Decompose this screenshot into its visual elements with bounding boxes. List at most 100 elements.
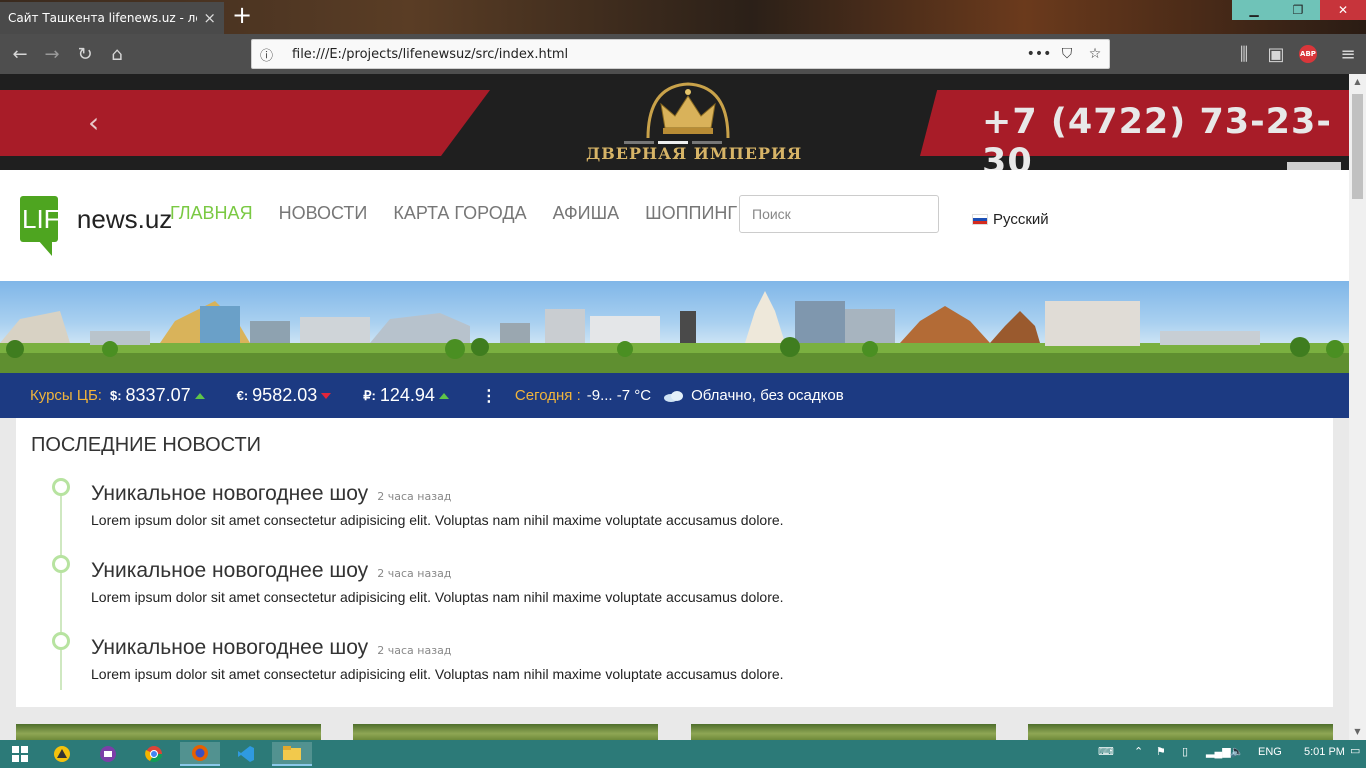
currency-symbol-eur: €: (236, 388, 249, 403)
skyline-illustration (0, 291, 1349, 373)
wifi-signal-icon[interactable]: ▂▄▆ (1206, 745, 1231, 758)
timeline-dot (52, 555, 70, 573)
news-thumbnails-row (16, 724, 1336, 740)
news-item-header: Уникальное новогоднее шоу 2 часа назад (91, 482, 451, 506)
ad-slide-dot[interactable] (624, 141, 654, 144)
language-selector[interactable]: Русский (972, 211, 1049, 228)
sidebar-icon[interactable]: ▣ (1264, 42, 1288, 66)
windows-taskbar: ⌨ ⌃ ⚑ ▯ ▂▄▆ 🔈 ENG 5:01 PM ▭ (0, 740, 1366, 768)
city-skyline-banner (0, 281, 1349, 373)
news-thumbnail[interactable] (353, 724, 658, 740)
menu-item-home[interactable]: ГЛАВНАЯ (170, 203, 253, 224)
ad-prev-arrow-icon[interactable]: ‹ (88, 106, 99, 139)
close-window-button[interactable]: ✕ (1320, 0, 1366, 20)
page-info-icon[interactable]: ⓘ (260, 45, 278, 64)
section-heading: ПОСЛЕДНИЕ НОВОСТИ (31, 434, 262, 456)
menu-icon[interactable]: ≡ (1336, 42, 1360, 66)
site-logo[interactable]: LIFEnews.uz (20, 196, 172, 258)
language-label: Русский (993, 211, 1049, 228)
menu-item-city-map[interactable]: КАРТА ГОРОДА (393, 203, 526, 224)
russian-flag-icon (972, 214, 988, 225)
address-bar[interactable]: ⓘ file:///E:/projects/lifenewsuz/src/ind… (251, 39, 1110, 69)
latest-news-section: ПОСЛЕДНИЕ НОВОСТИ Уникальное новогоднее … (16, 418, 1333, 707)
rate-eur: €: 9582.03 (237, 385, 332, 406)
taskbar-clock[interactable]: 5:01 PM (1304, 746, 1345, 758)
browser-toolbar: ← → ↻ ⌂ ⓘ file:///E:/projects/lifenewsuz… (0, 34, 1366, 74)
page-viewport: ‹ ДВЕРНАЯ ИМПЕРИЯ +7 (4722) 73-23-30 LIF… (0, 74, 1349, 740)
vscode-icon[interactable] (226, 742, 266, 766)
ad-slide-dot[interactable] (692, 141, 722, 144)
main-menu: ГЛАВНАЯ НОВОСТИ КАРТА ГОРОДА АФИША ШОППИ… (170, 203, 737, 224)
trend-up-icon (438, 392, 449, 399)
news-item-time: 2 часа назад (377, 567, 452, 580)
news-item-title[interactable]: Уникальное новогоднее шоу (91, 636, 368, 659)
ad-banner[interactable]: ‹ ДВЕРНАЯ ИМПЕРИЯ +7 (4722) 73-23-30 (0, 74, 1349, 170)
battery-icon[interactable]: ▯ (1182, 745, 1188, 758)
firefox-icon[interactable] (180, 742, 220, 766)
weather-description: Облачно, без осадков (691, 387, 844, 404)
news-item-header: Уникальное новогоднее шоу 2 часа назад (91, 636, 451, 660)
app-icon-yellow[interactable] (42, 742, 82, 766)
page-actions-icon[interactable]: ••• (1025, 46, 1053, 62)
scroll-up-icon[interactable]: ▲ (1349, 74, 1366, 90)
ad-brand-name: ДВЕРНАЯ ИМПЕРИЯ (586, 144, 803, 163)
url-text[interactable]: file:///E:/projects/lifenewsuz/src/index… (292, 47, 1025, 62)
back-icon[interactable]: ← (8, 42, 32, 66)
chrome-icon[interactable] (134, 742, 174, 766)
ad-phone-number: +7 (4722) 73-23-30 (982, 102, 1332, 170)
show-hidden-icons-chevron-icon[interactable]: ⌃ (1134, 745, 1143, 758)
ad-slide-dot-active[interactable] (658, 141, 688, 144)
rate-value-eur: 9582.03 (252, 385, 318, 405)
volume-icon[interactable]: 🔈 (1230, 745, 1244, 758)
timeline-dot (52, 478, 70, 496)
menu-item-events[interactable]: АФИША (553, 203, 620, 224)
news-item-title[interactable]: Уникальное новогоднее шоу (91, 482, 368, 505)
news-thumbnail[interactable] (16, 724, 321, 740)
scroll-down-icon[interactable]: ▼ (1349, 724, 1366, 740)
rate-value-rub: 124.94 (379, 385, 435, 405)
scrollbar-thumb[interactable] (1352, 94, 1363, 199)
menu-item-news[interactable]: НОВОСТИ (279, 203, 368, 224)
reload-icon[interactable]: ↻ (73, 42, 97, 66)
keyboard-icon[interactable]: ⌨ (1098, 745, 1114, 758)
rate-usd: $: 8337.07 (110, 385, 205, 406)
news-thumbnail[interactable] (691, 724, 996, 740)
news-item-title[interactable]: Уникальное новогоднее шоу (91, 559, 368, 582)
search-input[interactable] (739, 195, 939, 233)
page-scrollbar[interactable]: ▲ ▼ (1349, 74, 1366, 740)
news-item-time: 2 часа назад (377, 644, 452, 657)
rate-value-usd: 8337.07 (125, 385, 191, 405)
logo-text: LIFEnews.uz (22, 204, 173, 234)
forward-icon[interactable]: → (40, 42, 64, 66)
library-icon[interactable]: ⫼ (1232, 42, 1256, 66)
trend-down-icon (321, 392, 332, 399)
network-error-icon[interactable]: ⚑ (1156, 745, 1166, 758)
windows-start-icon[interactable] (0, 742, 40, 766)
ad-choices-label[interactable] (1287, 162, 1341, 170)
minimize-button[interactable]: ▁ (1232, 0, 1276, 20)
more-rates-kebab-icon[interactable]: ⋮ (481, 386, 497, 406)
window-controls: ▁ ❐ ✕ (1232, 0, 1366, 20)
input-language[interactable]: ENG (1258, 746, 1282, 758)
notifications-icon[interactable]: ▭ (1350, 744, 1360, 757)
menu-item-shopping[interactable]: ШОППИНГ (645, 203, 737, 224)
rates-label: Курсы ЦБ: (30, 387, 102, 404)
news-thumbnail[interactable] (1028, 724, 1333, 740)
restore-button[interactable]: ❐ (1276, 0, 1320, 20)
adblock-icon[interactable]: ABP (1299, 45, 1317, 63)
bookmark-star-icon[interactable]: ☆ (1081, 46, 1109, 62)
new-tab-button[interactable]: + (230, 3, 254, 28)
pocket-icon[interactable]: ⛉ (1053, 46, 1081, 62)
file-explorer-icon[interactable] (272, 742, 312, 766)
browser-titlebar: Сайт Ташкента lifenews.uz - лента × + ▁ … (0, 0, 1366, 34)
close-tab-icon[interactable]: × (203, 9, 216, 27)
temperature-value: -9... -7 °C (586, 387, 652, 404)
news-item-header: Уникальное новогоднее шоу 2 часа назад (91, 559, 451, 583)
ad-red-stripe-left (0, 90, 490, 156)
today-label: Сегодня : (514, 387, 581, 404)
browser-tab[interactable]: Сайт Ташкента lifenews.uz - лента × (0, 2, 224, 34)
rates-weather-bar: Курсы ЦБ: $: 8337.07 €: 9582.03 ₽: 124.9… (0, 373, 1349, 418)
home-icon[interactable]: ⌂ (105, 42, 129, 66)
app-icon-purple[interactable] (88, 742, 128, 766)
currency-symbol-usd: $: (109, 388, 122, 403)
